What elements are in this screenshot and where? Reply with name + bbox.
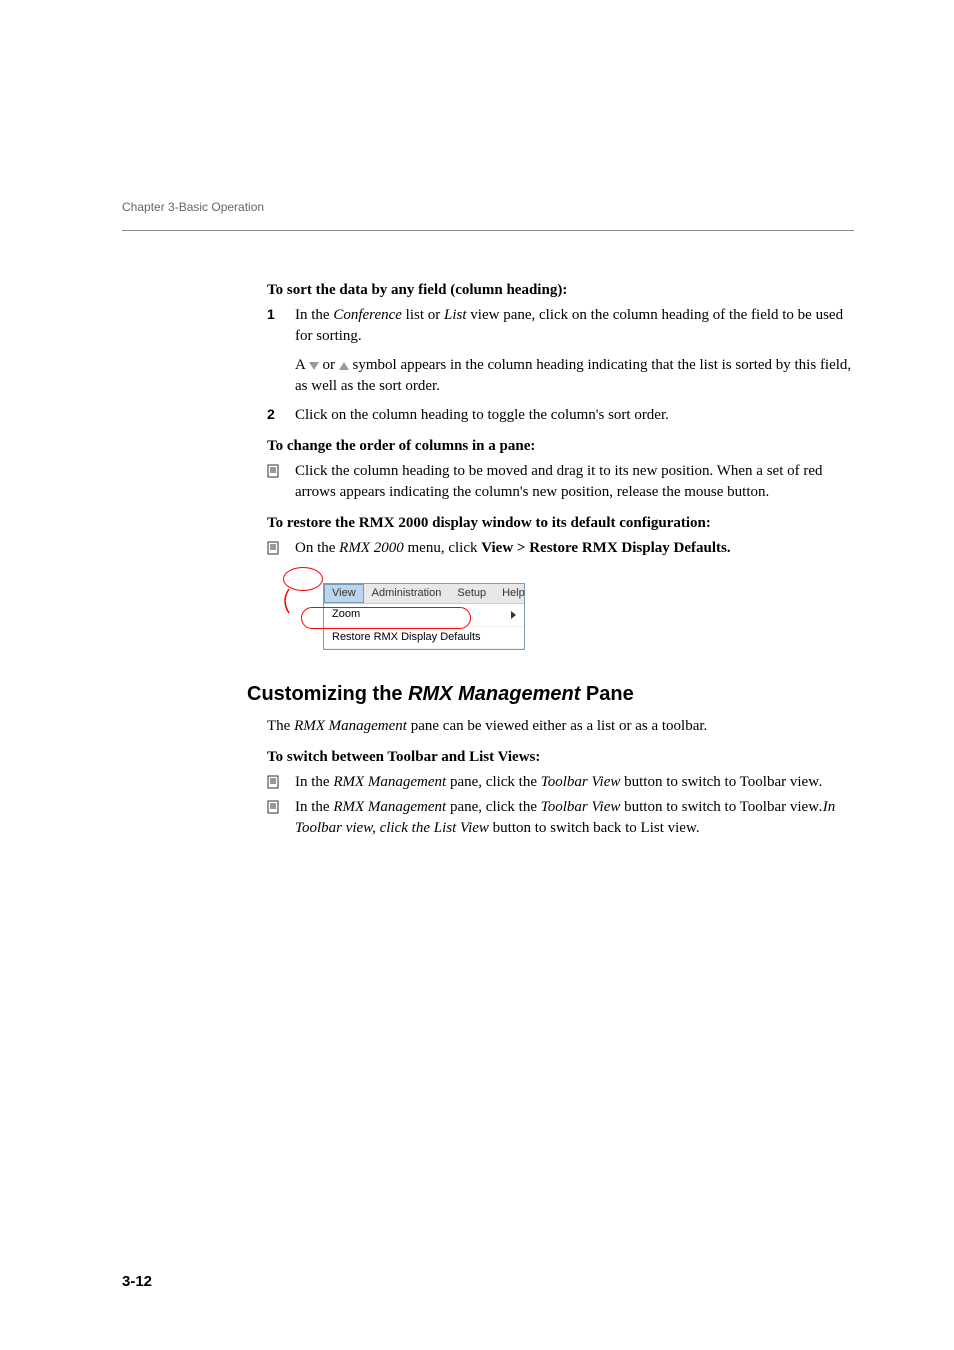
text: list or — [402, 307, 444, 323]
text: pane, click the — [446, 799, 541, 815]
text: Customizing the — [247, 683, 408, 705]
text: symbol appears in the column heading ind… — [295, 357, 851, 394]
text: , click the — [372, 820, 434, 836]
text: button to switch to Toolbar view — [620, 774, 819, 790]
callout-connector — [279, 577, 299, 621]
text: In the — [295, 799, 333, 815]
text: In the — [295, 307, 333, 323]
section-intro: The RMX Management pane can be viewed ei… — [267, 716, 854, 737]
bullet-text: On the RMX 2000 menu, click View > Resto… — [295, 538, 854, 559]
text: In the — [295, 774, 333, 790]
document-icon — [267, 461, 295, 503]
text-bold: View > Restore RMX Display Defaults. — [481, 540, 730, 556]
text-italic: RMX 2000 — [339, 540, 404, 556]
menu-bar: View Administration Setup Help — [324, 584, 524, 604]
text: menu, click — [404, 540, 481, 556]
change-order-heading: To change the order of columns in a pane… — [267, 436, 854, 457]
text-italic: List View — [434, 820, 489, 836]
document-icon — [267, 772, 295, 793]
restore-heading: To restore the RMX 2000 display window t… — [267, 513, 854, 534]
text-italic: RMX Management — [333, 774, 446, 790]
bullet-change-order: Click the column heading to be moved and… — [267, 461, 854, 503]
sort-heading: To sort the data by any field (column he… — [267, 280, 854, 301]
switch-views-heading: To switch between Toolbar and List Views… — [267, 747, 854, 768]
bullet-text: Click the column heading to be moved and… — [295, 461, 854, 503]
text: pane can be viewed either as a list or a… — [407, 718, 707, 734]
text-italic: RMX Management — [294, 718, 407, 734]
text: or — [323, 357, 339, 373]
menu-setup[interactable]: Setup — [449, 584, 494, 603]
step-text: In the Conference list or List view pane… — [295, 305, 854, 347]
bullet-toolbar-view: In the RMX Management pane, click the To… — [267, 772, 854, 793]
step-1: 1 In the Conference list or List view pa… — [267, 305, 854, 347]
callout-circle-restore — [301, 607, 471, 629]
section-title: Customizing the RMX Management Pane — [247, 680, 854, 708]
text-italic: Conference — [333, 307, 402, 323]
text: Pane — [580, 683, 633, 705]
bullet-text: In the RMX Management pane, click the To… — [295, 772, 854, 793]
text-italic: Toolbar View — [541, 799, 621, 815]
bullet-restore: On the RMX 2000 menu, click View > Resto… — [267, 538, 854, 559]
page-number: 3-12 — [122, 1273, 152, 1290]
text-italic: RMX Management — [333, 799, 446, 815]
menu-help[interactable]: Help — [494, 584, 533, 603]
step-text: Click on the column heading to toggle th… — [295, 405, 854, 426]
chapter-header: Chapter 3-Basic Operation — [122, 200, 264, 214]
header-rule — [122, 230, 854, 231]
text: pane, click the — [446, 774, 541, 790]
step-number: 1 — [267, 305, 295, 347]
chevron-right-icon — [511, 611, 516, 619]
text: The — [267, 718, 294, 734]
menu-restore-defaults[interactable]: Restore RMX Display Defaults — [324, 627, 524, 649]
text: A — [295, 357, 309, 373]
bullet-list-view: In the RMX Management pane, click the To… — [267, 797, 854, 839]
menu-view[interactable]: View — [324, 584, 364, 603]
text-italic: RMX Management — [408, 683, 580, 705]
document-icon — [267, 797, 295, 839]
document-icon — [267, 538, 295, 559]
text-italic: Toolbar View — [541, 774, 621, 790]
triangle-down-icon — [309, 362, 319, 370]
triangle-up-icon — [339, 362, 349, 370]
sort-symbol-note: A or symbol appears in the column headin… — [295, 355, 854, 397]
text: button to switch back to List view. — [489, 820, 700, 836]
bullet-text: In the RMX Management pane, click the To… — [295, 797, 854, 839]
text: button to switch to Toolbar view — [620, 799, 819, 815]
step-2: 2 Click on the column heading to toggle … — [267, 405, 854, 426]
menu-administration[interactable]: Administration — [364, 584, 450, 603]
step-number: 2 — [267, 405, 295, 426]
text-italic: List — [444, 307, 467, 323]
menu-item-label: Restore RMX Display Defaults — [332, 630, 481, 645]
text-italic: . — [819, 774, 823, 790]
text: On the — [295, 540, 339, 556]
